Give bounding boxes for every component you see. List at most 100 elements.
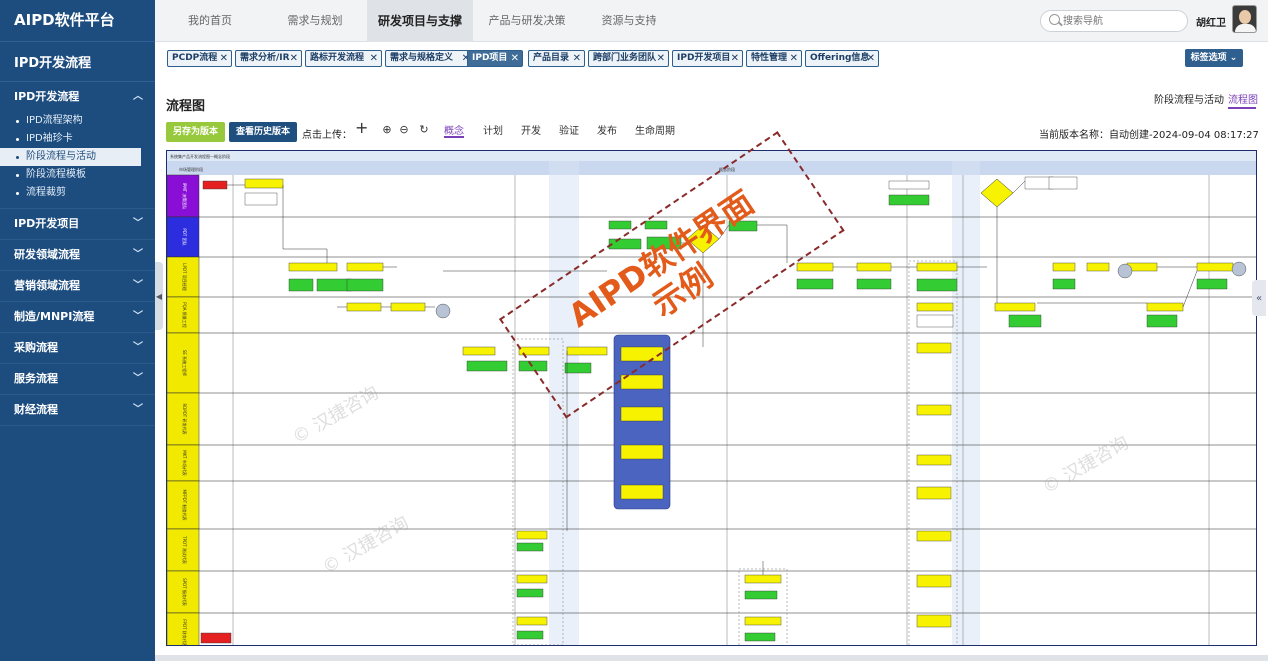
tag-ipd-dev-project[interactable]: IPD开发项目 ✕ <box>672 50 743 67</box>
tag-feature-mgmt[interactable]: 特性管理 ✕ <box>746 50 802 67</box>
close-icon[interactable]: ✕ <box>573 51 581 66</box>
flow-node[interactable] <box>200 632 232 644</box>
search-box[interactable] <box>1040 10 1188 32</box>
close-icon[interactable]: ✕ <box>220 51 228 66</box>
sidebar-item-stage-process[interactable]: 阶段流程与活动 <box>0 148 141 166</box>
tag-product-catalog[interactable]: 产品目录 ✕ <box>528 50 585 67</box>
sidebar-item-ipd-architecture[interactable]: IPD流程架构 <box>0 112 155 130</box>
flow-node[interactable] <box>244 192 278 206</box>
flow-node[interactable] <box>1008 314 1042 328</box>
tab-requirements[interactable]: 需求与规划 <box>265 0 365 42</box>
flow-node[interactable] <box>856 278 892 290</box>
menu-head-procurement[interactable]: 采购流程 ﹀ <box>0 333 155 363</box>
avatar[interactable] <box>1232 5 1257 33</box>
flow-node[interactable] <box>1052 278 1076 290</box>
flow-node[interactable] <box>796 278 834 290</box>
tab-stage-activities[interactable]: 阶段流程与活动 <box>1154 91 1224 106</box>
close-icon[interactable]: ✕ <box>790 51 798 66</box>
sidebar-item-process-tailoring[interactable]: 流程裁剪 <box>0 184 155 202</box>
search-input[interactable] <box>1063 13 1181 29</box>
flow-node[interactable] <box>620 484 664 500</box>
tab-resources[interactable]: 资源与支持 <box>581 0 677 42</box>
flow-node[interactable] <box>1146 302 1184 312</box>
flow-node[interactable] <box>916 302 954 312</box>
flow-node[interactable] <box>1196 262 1234 272</box>
menu-head-marketing[interactable]: 营销领域流程 ﹀ <box>0 271 155 301</box>
menu-head-rd-domain[interactable]: 研发领域流程 ﹀ <box>0 240 155 270</box>
flow-node[interactable] <box>244 178 284 189</box>
flow-node[interactable] <box>516 630 544 640</box>
flow-node[interactable] <box>916 454 952 466</box>
flow-node[interactable] <box>916 486 952 500</box>
menu-head-finance[interactable]: 财经流程 ﹀ <box>0 395 155 425</box>
tag-offering[interactable]: Offering信息 ✕ <box>805 50 879 67</box>
flow-node[interactable] <box>620 444 664 460</box>
plus-icon[interactable]: + <box>355 120 368 136</box>
flow-node[interactable] <box>856 262 892 272</box>
flow-node[interactable] <box>916 404 952 416</box>
flow-node[interactable] <box>888 180 930 190</box>
menu-head-service[interactable]: 服务流程 ﹀ <box>0 364 155 394</box>
tag-ipd-project[interactable]: IPD项目 ✕ <box>467 50 523 67</box>
flow-node[interactable] <box>202 180 228 190</box>
menu-head-manufacturing[interactable]: 制造/MNPI流程 ﹀ <box>0 302 155 332</box>
flow-node[interactable] <box>744 574 782 584</box>
close-icon[interactable]: ✕ <box>731 51 739 66</box>
flow-node[interactable] <box>796 262 834 272</box>
tab-rd-projects[interactable]: 研发项目与支撑 <box>367 0 473 42</box>
flow-node[interactable] <box>516 574 548 584</box>
flow-node[interactable] <box>462 346 496 356</box>
flow-node[interactable] <box>916 262 958 272</box>
flow-node[interactable] <box>916 342 952 354</box>
flow-node[interactable] <box>744 590 778 600</box>
tag-roadmap[interactable]: 路标开发流程 ✕ <box>305 50 382 67</box>
close-icon[interactable]: ✕ <box>370 51 378 66</box>
flow-node[interactable] <box>744 632 776 642</box>
view-history-button[interactable]: 查看历史版本 <box>229 122 297 142</box>
close-icon[interactable]: ✕ <box>867 51 875 66</box>
flow-node[interactable] <box>516 588 544 598</box>
flow-node[interactable] <box>466 360 508 372</box>
flow-node[interactable] <box>516 530 548 540</box>
flow-node[interactable] <box>1052 262 1076 272</box>
sidebar-item-stage-template[interactable]: 阶段流程模板 <box>0 166 155 184</box>
refresh-icon[interactable]: ↻ <box>418 124 430 136</box>
terminal-node[interactable] <box>1231 261 1247 277</box>
flow-node[interactable] <box>994 302 1036 312</box>
flow-node[interactable] <box>620 406 664 422</box>
flow-node[interactable] <box>316 278 352 292</box>
right-panel-handle[interactable]: « <box>1252 280 1266 316</box>
stage-tab-verify[interactable]: 验证 <box>559 122 579 137</box>
decision-node[interactable] <box>980 178 1014 208</box>
stage-tab-concept[interactable]: 概念 <box>444 122 464 137</box>
flow-node[interactable] <box>916 614 952 628</box>
flow-node[interactable] <box>1146 314 1178 328</box>
flow-node[interactable] <box>288 262 338 272</box>
flow-node[interactable] <box>1196 278 1228 290</box>
stage-tab-plan[interactable]: 计划 <box>483 122 503 137</box>
flow-node[interactable] <box>916 574 952 588</box>
zoom-out-icon[interactable]: ⊖ <box>398 124 410 136</box>
close-icon[interactable]: ✕ <box>290 51 298 66</box>
stage-tab-lifecycle[interactable]: 生命周期 <box>635 122 675 137</box>
terminal-node[interactable] <box>435 303 451 319</box>
flow-node[interactable] <box>346 302 382 312</box>
tag-requirement-analysis[interactable]: 需求分析/IR ✕ <box>235 50 302 67</box>
flow-node[interactable] <box>916 314 954 328</box>
tab-product-decision[interactable]: 产品与研发决策 <box>473 0 581 42</box>
terminal-node[interactable] <box>1117 263 1133 279</box>
tag-spec-definition[interactable]: 需求与规格定义 ✕ <box>385 50 474 67</box>
tab-home[interactable]: 我的首页 <box>155 0 265 42</box>
flow-node[interactable] <box>346 278 384 292</box>
flow-node[interactable] <box>1086 262 1110 272</box>
zoom-in-icon[interactable]: ⊕ <box>381 124 393 136</box>
sidebar-collapse-handle[interactable]: ◀ <box>155 262 163 330</box>
flow-node[interactable] <box>516 542 544 552</box>
flow-node[interactable] <box>916 278 958 292</box>
tag-cross-team[interactable]: 跨部门业务团队 ✕ <box>588 50 669 67</box>
tab-flowchart[interactable]: 流程图 <box>1228 91 1258 106</box>
flow-node[interactable] <box>888 194 930 206</box>
tag-pcdp[interactable]: PCDP流程 ✕ <box>167 50 232 67</box>
bottom-scrollbar[interactable] <box>155 655 1268 661</box>
stage-tab-develop[interactable]: 开发 <box>521 122 541 137</box>
